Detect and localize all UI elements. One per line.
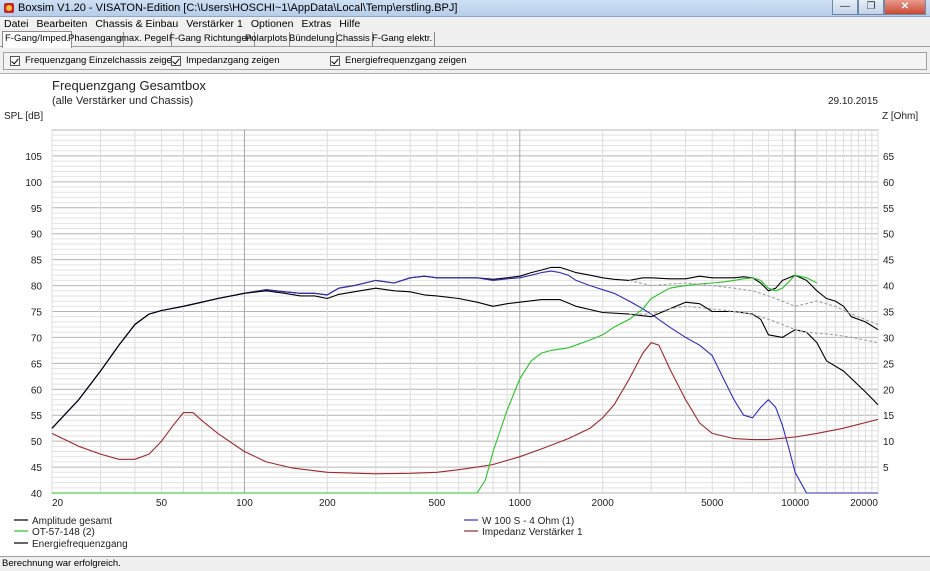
- x-tick-label: 2000: [592, 498, 615, 509]
- y-tick-left-label: 80: [31, 282, 43, 293]
- y-tick-right-label: 35: [883, 308, 895, 319]
- checkbox-checked-icon: [10, 55, 20, 66]
- tab-chassis[interactable]: Chassis: [334, 32, 373, 47]
- legend-label: Amplitude gesamt: [32, 516, 112, 527]
- menu-extras[interactable]: Extras: [297, 17, 335, 31]
- tab-phasengang[interactable]: Phasengang: [66, 32, 125, 47]
- y-tick-left-label: 90: [31, 230, 43, 241]
- tab-fgang-richtungen[interactable]: F-Gang Richtungen: [167, 32, 255, 47]
- y-tick-right-label: 30: [883, 333, 895, 344]
- y-tick-left-label: 75: [31, 308, 43, 319]
- series-line-dashed: [629, 279, 879, 326]
- minimize-icon: —: [840, 1, 850, 12]
- close-icon: ✕: [900, 1, 910, 12]
- chart-grid: [51, 129, 879, 494]
- minimize-button[interactable]: —: [832, 0, 858, 15]
- tab-polarplots[interactable]: Polarplots: [243, 32, 291, 47]
- y-tick-right-label: 20: [883, 385, 895, 396]
- y-tick-left-label: 105: [25, 152, 42, 163]
- checkbox-checked-icon: [171, 55, 181, 66]
- menu-chassis-einbau[interactable]: Chassis & Einbau: [91, 17, 182, 31]
- checkbox-label: Frequenzgang Einzelchassis zeigen: [25, 55, 178, 66]
- tab-max-pegel[interactable]: max. Pegel: [119, 32, 172, 47]
- menu-bearbeiten[interactable]: Bearbeiten: [33, 17, 92, 31]
- title-bar: Boxsim V1.20 - VISATON-Edition [C:\Users…: [0, 0, 930, 17]
- boxsim-app-icon: [4, 3, 14, 13]
- tab-buendelung[interactable]: Bündelung: [287, 32, 338, 47]
- y-tick-right-label: 10: [883, 437, 895, 448]
- x-tick-label: 500: [429, 498, 446, 509]
- checkbox-checked-icon: [330, 55, 340, 66]
- y-tick-left-label: 95: [31, 204, 43, 215]
- y-tick-left-label: 50: [31, 437, 43, 448]
- chart-legend: Amplitude gesamtOT-57-148 (2)Energiefreq…: [14, 516, 583, 550]
- y-tick-right-label: 60: [883, 178, 895, 189]
- window-controls: — ❐ ✕: [832, 0, 926, 15]
- status-bar: Berechnung war erfolgreich.: [0, 556, 930, 571]
- x-tick-label: 100: [236, 498, 253, 509]
- chart-date: 29.10.2015: [828, 96, 878, 107]
- legend-label: W 100 S - 4 Ohm (1): [482, 516, 574, 527]
- y-tick-left-label: 65: [31, 359, 43, 370]
- menu-optionen[interactable]: Optionen: [247, 17, 298, 31]
- checkbox-label: Energiefrequenzgang zeigen: [345, 55, 467, 66]
- legend-label: Energiefrequenzgang: [32, 539, 128, 550]
- menu-verstaerker[interactable]: Verstärker 1: [182, 17, 247, 31]
- y-tick-right-label: 45: [883, 256, 895, 267]
- window-title: Boxsim V1.20 - VISATON-Edition [C:\Users…: [18, 2, 458, 14]
- chart-ticks: 40 45 50 55 60 65 70 75 80 85 90 95 100 105 5 10 15 20 25 3…: [25, 152, 894, 509]
- y-tick-right-label: 40: [883, 282, 895, 293]
- checkbox-einzelchassis[interactable]: Frequenzgang Einzelchassis zeigen: [10, 55, 177, 66]
- display-options: Frequenzgang Einzelchassis zeigen Impeda…: [3, 52, 927, 70]
- x-tick-label: 20000: [850, 498, 878, 509]
- y-axis-right-label: Z [Ohm]: [882, 111, 918, 122]
- y-tick-left-label: 85: [31, 256, 43, 267]
- series-line-w-100-s-4-ohm-1: [51, 270, 878, 494]
- y-tick-left-label: 45: [31, 463, 43, 474]
- checkbox-label: Impedanzgang zeigen: [186, 55, 280, 66]
- y-tick-left-label: 100: [25, 178, 42, 189]
- legend-label: OT-57-148 (2): [32, 527, 95, 538]
- chart-panel: Frequenzgang Gesamtbox (alle Verstärker …: [0, 73, 930, 556]
- chart-title: Frequenzgang Gesamtbox: [52, 78, 206, 93]
- x-tick-label: 5000: [701, 498, 724, 509]
- maximize-button[interactable]: ❐: [858, 0, 884, 15]
- y-tick-right-label: 5: [883, 463, 889, 474]
- y-tick-right-label: 50: [883, 230, 895, 241]
- series-line-impedanz-verst-rker-1: [51, 342, 879, 475]
- tab-fgang-elektr[interactable]: F-Gang elektr.: [370, 32, 436, 47]
- tab-bar: F-Gang/Imped. Phasengang max. Pegel F-Ga…: [0, 31, 930, 48]
- maximize-icon: ❐: [866, 1, 876, 12]
- menu-bar: Datei Bearbeiten Chassis & Einbau Verstä…: [0, 17, 930, 31]
- y-tick-right-label: 55: [883, 204, 895, 215]
- y-tick-right-label: 25: [883, 359, 895, 370]
- menu-hilfe[interactable]: Hilfe: [335, 17, 364, 31]
- x-tick-label: 1000: [509, 498, 532, 509]
- y-tick-left-label: 40: [31, 489, 43, 500]
- x-tick-label: 50: [156, 498, 168, 509]
- chart-subtitle: (alle Verstärker und Chassis): [52, 95, 193, 107]
- y-tick-right-label: 15: [883, 411, 895, 422]
- y-tick-left-label: 70: [31, 333, 43, 344]
- y-tick-left-label: 60: [31, 385, 43, 396]
- status-text: Berechnung war erfolgreich.: [2, 558, 121, 569]
- menu-datei[interactable]: Datei: [0, 17, 33, 31]
- tab-fgang-imped[interactable]: F-Gang/Imped.: [2, 31, 72, 48]
- frequency-response-chart: Frequenzgang Gesamtbox (alle Verstärker …: [4, 78, 918, 550]
- x-tick-label: 20: [52, 498, 64, 509]
- x-tick-label: 200: [319, 498, 336, 509]
- x-tick-label: 10000: [781, 498, 809, 509]
- y-tick-right-label: 65: [883, 152, 895, 163]
- y-tick-left-label: 55: [31, 411, 43, 422]
- checkbox-impedanzgang[interactable]: Impedanzgang zeigen: [171, 55, 280, 66]
- legend-label: Impedanz Verstärker 1: [482, 527, 583, 538]
- y-axis-left-label: SPL [dB]: [4, 111, 43, 122]
- checkbox-energiefrequenzgang[interactable]: Energiefrequenzgang zeigen: [330, 55, 466, 66]
- close-button[interactable]: ✕: [884, 0, 926, 15]
